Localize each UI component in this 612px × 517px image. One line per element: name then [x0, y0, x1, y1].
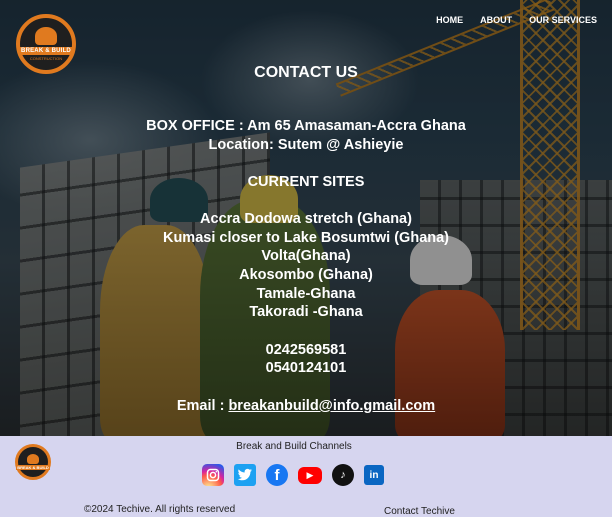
tiktok-icon[interactable]: ♪ [332, 464, 354, 486]
youtube-icon[interactable]: ▶ [298, 467, 322, 484]
site-item: Tamale-Ghana [256, 286, 356, 302]
phone-number: 0540124101 [265, 360, 347, 376]
footer: BREAK & BUILD Break and Build Channels f… [0, 436, 612, 517]
email-row: Email : breakanbuild@info.gmail.com [0, 397, 612, 416]
channels-title: Break and Build Channels [236, 441, 352, 452]
sites-heading: CURRENT SITES [247, 174, 365, 190]
instagram-icon[interactable] [202, 464, 224, 486]
nav-link-services[interactable]: OUR SERVICES [529, 15, 597, 25]
phone-number: 0242569581 [265, 342, 347, 358]
brand-name: BREAK & BUILD [19, 47, 73, 55]
location-text: Location: Sutem @ Ashieyie [208, 137, 404, 153]
hero-section: BREAK & BUILD CONSTRUCTION HOME ABOUT OU… [0, 0, 612, 436]
facebook-icon[interactable]: f [266, 464, 288, 486]
twitter-icon[interactable] [234, 464, 256, 486]
gear-icon [27, 454, 39, 464]
contact-techive-link[interactable]: Contact Techive [384, 506, 455, 517]
email-label: Email : [176, 398, 229, 414]
contact-title: CONTACT US [254, 64, 358, 81]
footer-brand-name: BREAK & BUILD [16, 465, 50, 470]
site-item: Takoradi -Ghana [249, 304, 363, 320]
linkedin-icon[interactable]: in [364, 465, 384, 485]
site-item: Accra Dodowa stretch (Ghana) [200, 211, 412, 227]
gear-icon [35, 27, 57, 45]
box-office-text: BOX OFFICE : Am 65 Amasaman-Accra Ghana [146, 118, 466, 134]
brand-subtitle: CONSTRUCTION [29, 56, 63, 61]
site-item: Volta(Ghana) [261, 248, 351, 264]
copyright-text: ©2024 Techive. All rights reserved [84, 504, 236, 515]
top-nav: HOME ABOUT OUR SERVICES [436, 15, 597, 25]
nav-link-home[interactable]: HOME [436, 15, 463, 25]
social-links: f ▶ ♪ in [202, 464, 384, 486]
site-item: Kumasi closer to Lake Bosumtwi (Ghana) [162, 230, 450, 246]
nav-link-about[interactable]: ABOUT [480, 15, 512, 25]
email-link[interactable]: breakanbuild@info.gmail.com [228, 398, 435, 414]
site-item: Akosombo (Ghana) [239, 267, 373, 283]
